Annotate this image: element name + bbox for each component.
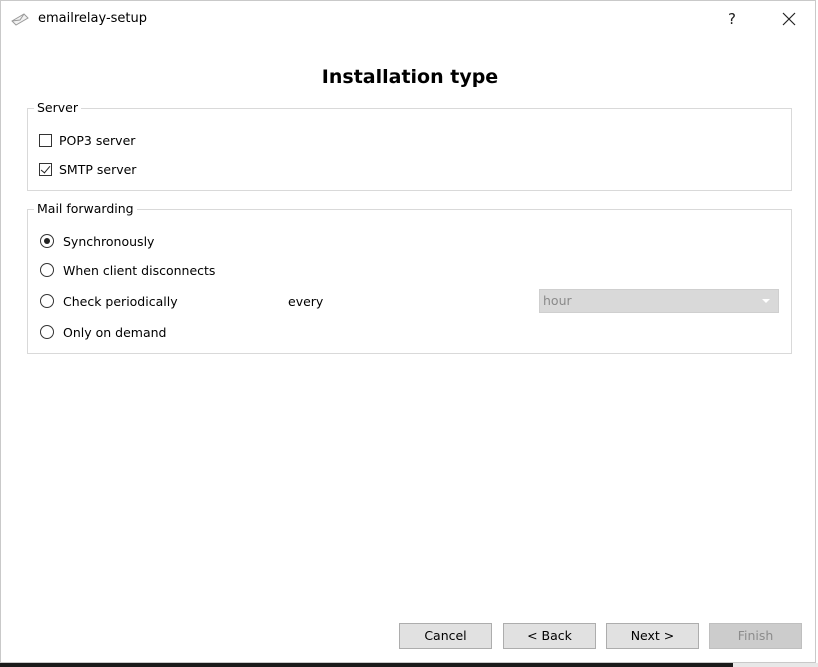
chevron-down-icon (762, 299, 770, 303)
window-title: emailrelay-setup (38, 11, 148, 26)
envelope-icon (11, 12, 29, 26)
check-periodically-label: Check periodically (63, 293, 178, 309)
when-client-disconnects-label: When client disconnects (63, 262, 216, 278)
cancel-button[interactable]: Cancel (399, 623, 492, 649)
server-group-legend: Server (34, 100, 81, 115)
forwarding-option-when-client-disconnects[interactable]: When client disconnects (40, 260, 215, 280)
when-client-disconnects-radio[interactable] (40, 263, 54, 277)
interval-select[interactable]: hour (539, 289, 779, 313)
forwarding-option-check-periodically[interactable]: Check periodically (40, 291, 178, 311)
forwarding-option-only-on-demand[interactable]: Only on demand (40, 322, 166, 342)
every-label: every (288, 294, 324, 309)
mail-forwarding-group-legend: Mail forwarding (34, 201, 137, 216)
setup-window: emailrelay-setup ? Installation type Ser… (0, 0, 816, 663)
synchronously-label: Synchronously (63, 233, 155, 249)
interval-select-value: hour (543, 293, 572, 308)
smtp-server-option[interactable]: SMTP server (39, 159, 136, 179)
server-group: Server (27, 100, 792, 191)
check-periodically-radio[interactable] (40, 294, 54, 308)
finish-button[interactable]: Finish (709, 623, 802, 649)
synchronously-radio[interactable] (40, 234, 54, 248)
only-on-demand-label: Only on demand (63, 324, 167, 340)
window-shadow (0, 663, 733, 667)
smtp-server-checkbox[interactable] (39, 162, 52, 176)
forwarding-option-synchronously[interactable]: Synchronously (40, 231, 154, 251)
next-button[interactable]: Next > (606, 623, 699, 649)
pop3-server-option[interactable]: POP3 server (39, 130, 135, 150)
back-button[interactable]: < Back (503, 623, 596, 649)
close-button[interactable] (771, 4, 807, 34)
help-button[interactable]: ? (717, 4, 747, 34)
title-bar: emailrelay-setup ? (1, 1, 815, 37)
smtp-server-label: SMTP server (59, 161, 137, 177)
pop3-server-checkbox[interactable] (39, 133, 52, 147)
pop3-server-label: POP3 server (59, 132, 136, 148)
close-icon (782, 12, 796, 26)
window-shadow-edge (733, 663, 818, 667)
page-title: Installation type (321, 66, 499, 88)
only-on-demand-radio[interactable] (40, 325, 54, 339)
